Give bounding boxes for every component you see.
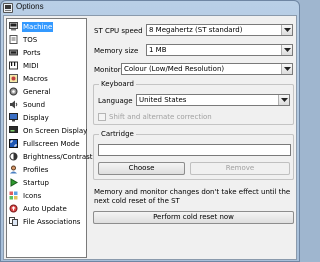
tos-icon	[9, 35, 18, 44]
icons-icon	[9, 191, 18, 200]
chevron-down-icon[interactable]	[281, 64, 292, 74]
cold-reset-button[interactable]: Perform cold reset now	[93, 211, 294, 224]
shift-correction-checkbox[interactable]	[98, 113, 106, 121]
dialog-client: Machine TOS Ports MIDI Macros General So…	[3, 15, 297, 260]
window-title: Options	[16, 2, 44, 11]
sidebar-item-sound[interactable]: Sound	[7, 99, 86, 110]
shift-correction-label: Shift and alternate correction	[109, 113, 212, 121]
sidebar-item-fullscreen-mode[interactable]: Fullscreen Mode	[7, 138, 86, 149]
midi-icon	[9, 61, 18, 70]
sidebar-item-label: TOS	[23, 35, 38, 44]
sidebar-item-label: Display	[23, 113, 49, 122]
monitor-dropdown[interactable]: Colour (Low/Med Resolution)	[121, 63, 293, 75]
choose-cartridge-button[interactable]: Choose	[98, 162, 185, 175]
reset-note: Memory and monitor changes don't take ef…	[94, 188, 291, 205]
sidebar-item-general[interactable]: General	[7, 86, 86, 97]
keyboard-group: Keyboard Language United States Shift an…	[93, 80, 294, 125]
sound-icon	[9, 100, 18, 109]
sidebar-item-label: Sound	[23, 100, 46, 109]
fullscreen-icon	[9, 139, 18, 148]
profiles-icon	[9, 165, 18, 174]
sidebar-item-midi[interactable]: MIDI	[7, 60, 86, 71]
memory-size-dropdown[interactable]: 1 MB	[146, 44, 293, 56]
sidebar-item-macros[interactable]: Macros	[7, 73, 86, 84]
monitor-value: Colour (Low/Med Resolution)	[124, 65, 225, 73]
machine-panel: ST CPU speed 8 Megahertz (ST standard) M…	[91, 18, 296, 258]
memory-size-value: 1 MB	[149, 46, 167, 54]
sidebar-item-label: Machine	[22, 21, 54, 32]
sidebar-item-label: On Screen Display	[23, 126, 88, 135]
category-list[interactable]: Machine TOS Ports MIDI Macros General So…	[6, 18, 93, 258]
osd-icon	[9, 126, 18, 135]
sidebar-item-label: Auto Update	[23, 204, 67, 213]
remove-cartridge-button[interactable]: Remove	[190, 162, 290, 175]
cartridge-group-title: Cartridge	[99, 130, 136, 138]
general-icon	[9, 87, 18, 96]
sidebar-item-on-screen-display[interactable]: On Screen Display	[7, 125, 88, 136]
sidebar-item-startup[interactable]: Startup	[7, 177, 86, 188]
monitor-label: Monitor	[94, 66, 121, 74]
sidebar-item-file-associations[interactable]: File Associations	[7, 216, 86, 227]
display-icon	[9, 113, 18, 122]
language-dropdown[interactable]: United States	[136, 94, 290, 106]
sidebar-item-label: Icons	[23, 191, 42, 200]
sidebar-item-label: Startup	[23, 178, 49, 187]
language-label: Language	[98, 97, 133, 105]
sidebar-item-label: MIDI	[23, 61, 39, 70]
sidebar-item-label: Ports	[23, 48, 41, 57]
sidebar-item-tos[interactable]: TOS	[7, 34, 86, 45]
sidebar-item-icons[interactable]: Icons	[7, 190, 86, 201]
macros-icon	[9, 74, 18, 83]
sidebar-item-label: Profiles	[23, 165, 49, 174]
sidebar-item-machine[interactable]: Machine	[7, 21, 86, 32]
sidebar-item-auto-update[interactable]: Auto Update	[7, 203, 86, 214]
sidebar-item-display[interactable]: Display	[7, 112, 86, 123]
cpu-speed-value: 8 Megahertz (ST standard)	[149, 26, 243, 34]
sidebar-item-label: Brightness/Contrast	[23, 152, 93, 161]
ports-icon	[9, 48, 18, 57]
sidebar-item-label: Fullscreen Mode	[23, 139, 80, 148]
memory-size-label: Memory size	[94, 47, 139, 55]
keyboard-group-title: Keyboard	[99, 80, 136, 88]
language-value: United States	[139, 96, 187, 104]
auto-update-icon	[9, 204, 18, 213]
options-window: Options Machine TOS Ports MIDI Macros Ge…	[0, 0, 300, 262]
cartridge-group: Cartridge Choose Remove	[93, 130, 294, 180]
sidebar-item-label: Macros	[23, 74, 48, 83]
sidebar-item-label: General	[23, 87, 51, 96]
cpu-speed-dropdown[interactable]: 8 Megahertz (ST standard)	[146, 24, 293, 36]
brightness-icon	[9, 152, 18, 161]
cpu-speed-label: ST CPU speed	[94, 27, 143, 35]
sidebar-item-label: File Associations	[23, 217, 81, 226]
chevron-down-icon[interactable]	[281, 25, 292, 35]
chevron-down-icon[interactable]	[281, 45, 292, 55]
sidebar-item-profiles[interactable]: Profiles	[7, 164, 86, 175]
machine-icon	[9, 22, 18, 31]
sidebar-item-ports[interactable]: Ports	[7, 47, 86, 58]
startup-icon	[9, 178, 18, 187]
sidebar-item-brightness-contrast[interactable]: Brightness/Contrast	[7, 151, 93, 162]
chevron-down-icon[interactable]	[278, 95, 289, 105]
title-bar[interactable]: Options	[1, 1, 299, 15]
cartridge-path-input[interactable]	[98, 144, 291, 156]
app-icon[interactable]	[3, 3, 13, 13]
file-associations-icon	[9, 217, 18, 226]
